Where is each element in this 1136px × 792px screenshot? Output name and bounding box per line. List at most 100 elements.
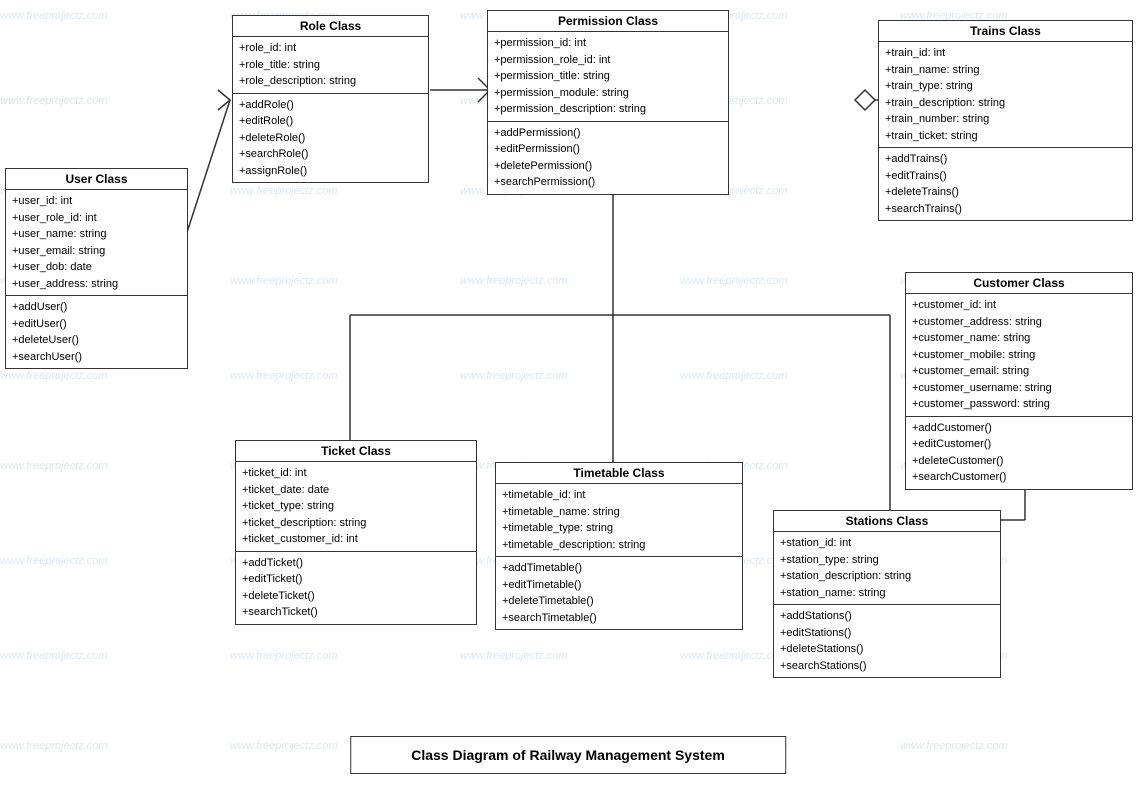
watermark-37: www.freeprojectz.com	[230, 650, 338, 662]
perm-attr-3: +permission_module: string	[494, 85, 722, 102]
watermark-38: www.freeprojectz.com	[460, 650, 568, 662]
ticket-class-title: Ticket Class	[236, 441, 476, 462]
ticket-attr-4: +ticket_customer_id: int	[242, 531, 470, 548]
user-class-title: User Class	[6, 169, 187, 190]
trains-class-attributes: +train_id: int +train_name: string +trai…	[879, 42, 1132, 148]
ticket-method-0: +addTicket()	[242, 555, 470, 572]
user-method-3: +searchUser()	[12, 349, 181, 366]
station-attr-0: +station_id: int	[780, 535, 994, 552]
role-method-3: +searchRole()	[239, 146, 422, 163]
ticket-class: Ticket Class +ticket_id: int +ticket_dat…	[235, 440, 477, 625]
cust-attr-1: +customer_address: string	[912, 314, 1126, 331]
customer-class: Customer Class +customer_id: int +custom…	[905, 272, 1133, 490]
trains-class-methods: +addTrains() +editTrains() +deleteTrains…	[879, 148, 1132, 220]
watermark-17: www.freeprojectz.com	[230, 275, 338, 287]
station-attr-1: +station_type: string	[780, 552, 994, 569]
tt-attr-2: +timetable_type: string	[502, 520, 736, 537]
station-attr-3: +station_name: string	[780, 585, 994, 602]
train-method-0: +addTrains()	[885, 151, 1126, 168]
timetable-class-attributes: +timetable_id: int +timetable_name: stri…	[496, 484, 742, 557]
watermark-39: www.freeprojectz.com	[680, 650, 788, 662]
cust-method-2: +deleteCustomer()	[912, 453, 1126, 470]
watermark-24: www.freeprojectz.com	[680, 370, 788, 382]
cust-attr-0: +customer_id: int	[912, 297, 1126, 314]
tt-method-1: +editTimetable()	[502, 577, 736, 594]
watermark-1: www.freeprojectz.com	[0, 10, 108, 22]
cust-method-1: +editCustomer()	[912, 436, 1126, 453]
watermark-31: www.freeprojectz.com	[0, 555, 108, 567]
perm-method-2: +deletePermission()	[494, 158, 722, 175]
user-class-methods: +addUser() +editUser() +deleteUser() +se…	[6, 296, 187, 368]
ticket-method-3: +searchTicket()	[242, 604, 470, 621]
perm-method-1: +editPermission()	[494, 141, 722, 158]
customer-class-attributes: +customer_id: int +customer_address: str…	[906, 294, 1132, 417]
permission-class-attributes: +permission_id: int +permission_role_id:…	[488, 32, 728, 122]
user-class: User Class +user_id: int +user_role_id: …	[5, 168, 188, 369]
trains-class: Trains Class +train_id: int +train_name:…	[878, 20, 1133, 221]
role-method-2: +deleteRole()	[239, 130, 422, 147]
watermark-12: www.freeprojectz.com	[230, 185, 338, 197]
user-method-1: +editUser()	[12, 316, 181, 333]
timetable-class: Timetable Class +timetable_id: int +time…	[495, 462, 743, 630]
perm-attr-4: +permission_description: string	[494, 101, 722, 118]
customer-class-title: Customer Class	[906, 273, 1132, 294]
user-attr-2: +user_name: string	[12, 226, 181, 243]
perm-attr-1: +permission_role_id: int	[494, 52, 722, 69]
role-class: Role Class +role_id: int +role_title: st…	[232, 15, 429, 183]
watermark-45: www.freeprojectz.com	[900, 740, 1008, 752]
ticket-attr-0: +ticket_id: int	[242, 465, 470, 482]
role-class-title: Role Class	[233, 16, 428, 37]
train-attr-2: +train_type: string	[885, 78, 1126, 95]
train-attr-0: +train_id: int	[885, 45, 1126, 62]
ticket-attr-3: +ticket_description: string	[242, 515, 470, 532]
perm-attr-0: +permission_id: int	[494, 35, 722, 52]
user-attr-0: +user_id: int	[12, 193, 181, 210]
permission-class-title: Permission Class	[488, 11, 728, 32]
ticket-attr-1: +ticket_date: date	[242, 482, 470, 499]
user-attr-5: +user_address: string	[12, 276, 181, 293]
cust-attr-2: +customer_name: string	[912, 330, 1126, 347]
stations-class: Stations Class +station_id: int +station…	[773, 510, 1001, 678]
permission-class: Permission Class +permission_id: int +pe…	[487, 10, 729, 195]
tt-method-0: +addTimetable()	[502, 560, 736, 577]
watermark-22: www.freeprojectz.com	[230, 370, 338, 382]
tt-method-3: +searchTimetable()	[502, 610, 736, 627]
cust-attr-5: +customer_username: string	[912, 380, 1126, 397]
train-method-1: +editTrains()	[885, 168, 1126, 185]
stations-class-methods: +addStations() +editStations() +deleteSt…	[774, 605, 1000, 677]
role-attr-0: +role_id: int	[239, 40, 422, 57]
cust-attr-4: +customer_email: string	[912, 363, 1126, 380]
role-attr-1: +role_title: string	[239, 57, 422, 74]
station-attr-2: +station_description: string	[780, 568, 994, 585]
watermark-36: www.freeprojectz.com	[0, 650, 108, 662]
train-attr-5: +train_ticket: string	[885, 128, 1126, 145]
train-attr-4: +train_number: string	[885, 111, 1126, 128]
station-method-1: +editStations()	[780, 625, 994, 642]
train-attr-3: +train_description: string	[885, 95, 1126, 112]
user-class-attributes: +user_id: int +user_role_id: int +user_n…	[6, 190, 187, 296]
permission-class-methods: +addPermission() +editPermission() +dele…	[488, 122, 728, 194]
timetable-class-methods: +addTimetable() +editTimetable() +delete…	[496, 557, 742, 629]
user-attr-3: +user_email: string	[12, 243, 181, 260]
role-attr-2: +role_description: string	[239, 73, 422, 90]
watermark-6: www.freeprojectz.com	[0, 95, 108, 107]
tt-attr-3: +timetable_description: string	[502, 537, 736, 554]
role-method-1: +editRole()	[239, 113, 422, 130]
watermark-23: www.freeprojectz.com	[460, 370, 568, 382]
diagram-title: Class Diagram of Railway Management Syst…	[350, 736, 786, 774]
trains-class-title: Trains Class	[879, 21, 1132, 42]
train-attr-1: +train_name: string	[885, 62, 1126, 79]
watermark-21: www.freeprojectz.com	[0, 370, 108, 382]
watermark-41: www.freeprojectz.com	[0, 740, 108, 752]
station-method-2: +deleteStations()	[780, 641, 994, 658]
role-class-attributes: +role_id: int +role_title: string +role_…	[233, 37, 428, 94]
train-method-3: +searchTrains()	[885, 201, 1126, 218]
role-class-methods: +addRole() +editRole() +deleteRole() +se…	[233, 94, 428, 183]
ticket-method-2: +deleteTicket()	[242, 588, 470, 605]
stations-class-attributes: +station_id: int +station_type: string +…	[774, 532, 1000, 605]
station-method-3: +searchStations()	[780, 658, 994, 675]
customer-class-methods: +addCustomer() +editCustomer() +deleteCu…	[906, 417, 1132, 489]
role-method-4: +assignRole()	[239, 163, 422, 180]
stations-class-title: Stations Class	[774, 511, 1000, 532]
tt-attr-0: +timetable_id: int	[502, 487, 736, 504]
